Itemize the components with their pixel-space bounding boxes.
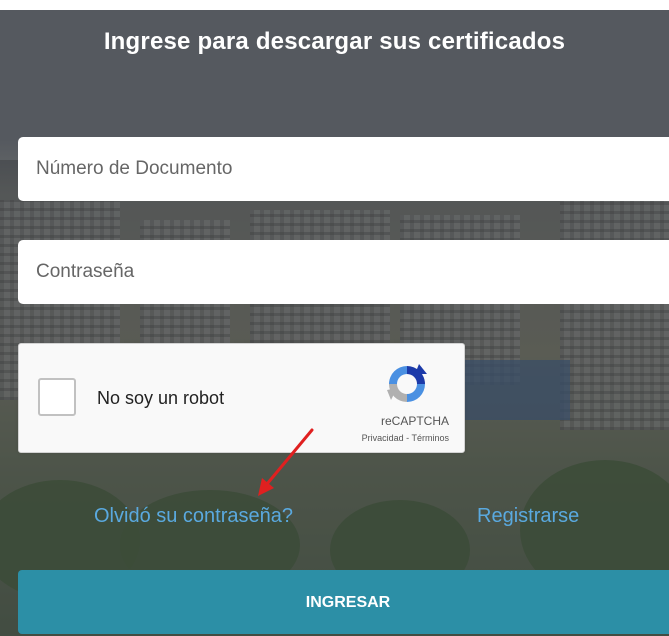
forgot-password-link[interactable]: Olvidó su contraseña? <box>94 505 293 528</box>
password-input[interactable] <box>18 240 669 304</box>
recaptcha-brand: reCAPTCHA <box>380 414 449 428</box>
recaptcha-privacy-terms[interactable]: Privacidad - Términos <box>319 433 449 443</box>
page-title: Ingrese para descargar sus certificados <box>103 28 566 55</box>
recaptcha-label: No soy un robot <box>97 388 225 408</box>
recaptcha-icon <box>387 364 427 402</box>
register-link[interactable]: Registrarse <box>477 505 579 528</box>
recaptcha-checkbox[interactable] <box>38 378 76 416</box>
recaptcha-widget: No soy un robot reCAPTCHA Privacidad - T… <box>18 343 465 453</box>
login-panel <box>0 10 669 636</box>
document-number-input[interactable] <box>18 137 669 201</box>
red-arrow-annotation <box>258 428 314 496</box>
login-button[interactable]: INGRESAR <box>18 570 669 634</box>
